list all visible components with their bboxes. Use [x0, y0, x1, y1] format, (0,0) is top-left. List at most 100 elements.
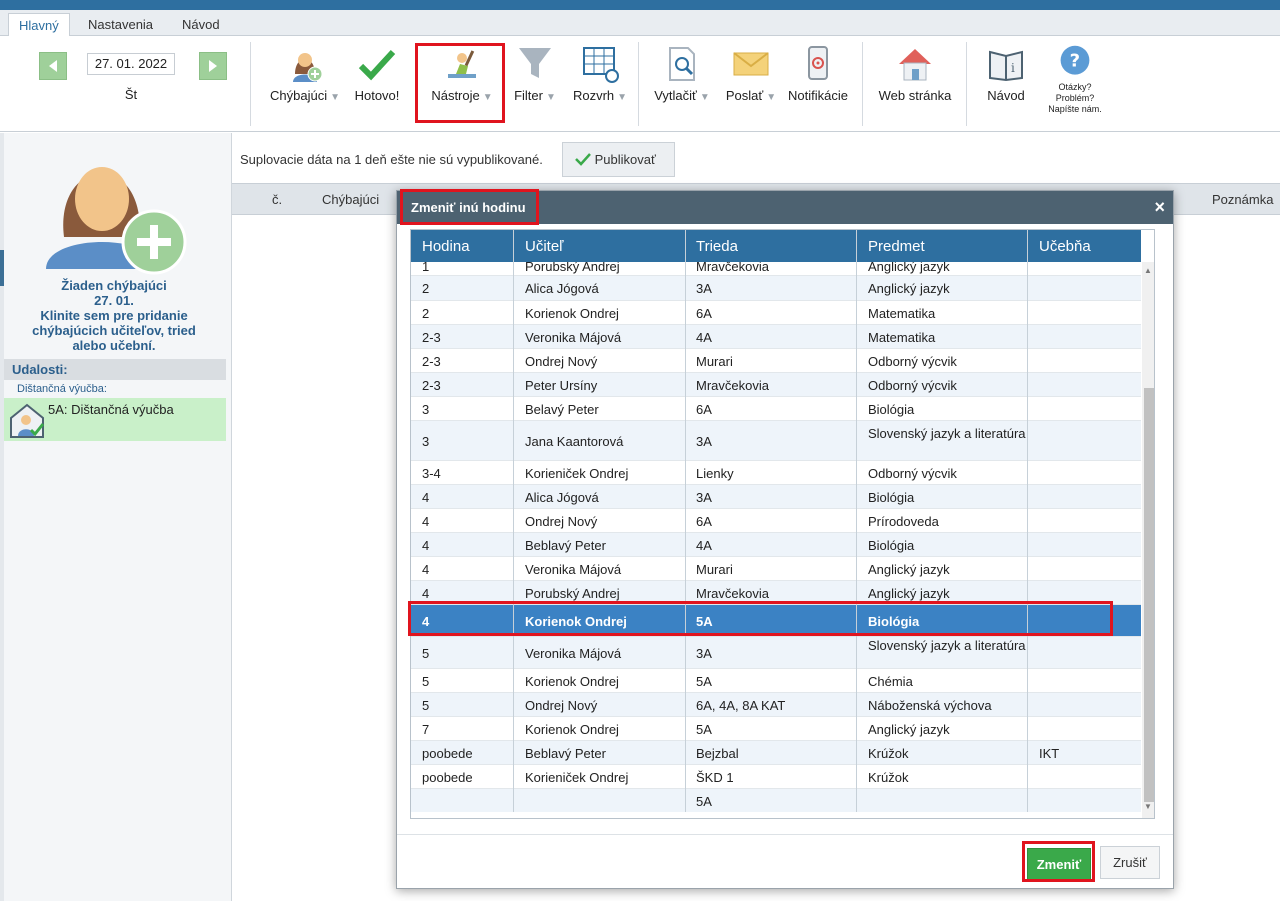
col-ucebna[interactable]: Učebňa — [1039, 238, 1091, 255]
table-cell-hodina: 5 — [422, 646, 430, 661]
schedule-button[interactable]: Rozvrh ▼ — [568, 44, 632, 103]
table-cell-trieda: 3A — [696, 490, 712, 505]
close-icon[interactable]: × — [1154, 197, 1165, 217]
absent-label: Chýbajúci — [270, 88, 328, 103]
confirm-change-button[interactable]: Zmeniť — [1027, 848, 1091, 881]
absent-button[interactable]: Chýbajúci ▼ — [265, 44, 345, 103]
table-row[interactable]: 2-3 Veronika Májová 4A Matematika — [411, 325, 1141, 349]
help-button[interactable]: ? Otázky? Problém? Napíšte nám. — [1040, 44, 1110, 115]
table-cell-ucitel: Beblavý Peter — [525, 538, 606, 553]
table-cell-ucebna: IKT — [1039, 746, 1060, 761]
table-row[interactable]: 3 Belavý Peter 6A Biológia — [411, 397, 1141, 421]
print-button[interactable]: Vytlačiť ▼ — [650, 44, 714, 103]
table-cell-ucitel: Korienok Ondrej — [525, 674, 619, 689]
table-row[interactable]: 2-3 Ondrej Nový Murari Odborný výcvik — [411, 349, 1141, 373]
caret-down-icon[interactable]: ▼ — [700, 92, 710, 103]
table-cell-trieda: 3A — [696, 646, 712, 661]
col-hodina[interactable]: Hodina — [422, 238, 470, 255]
table-row[interactable]: 2-3 Peter Ursíny Mravčekovia Odborný výcvik — [411, 373, 1141, 397]
filter-button[interactable]: Filter ▼ — [508, 44, 562, 103]
tab-nastavenia[interactable]: Nastavenia — [78, 13, 163, 37]
caret-down-icon[interactable]: ▼ — [766, 92, 776, 103]
add-absent-hint[interactable]: Žiaden chýbajúci 27. 01. Klinite sem pre… — [14, 278, 214, 353]
next-day-button[interactable] — [199, 52, 227, 80]
table-row[interactable]: 2 Alica Jógová 3A Anglický jazyk — [411, 276, 1141, 301]
dialog-header: Zmeniť inú hodinu × — [397, 191, 1173, 224]
table-row[interactable]: 5 Korienok Ondrej 5A Chémia — [411, 669, 1141, 693]
grid-col-no[interactable]: č. — [272, 192, 282, 207]
prev-day-button[interactable] — [39, 52, 67, 80]
cancel-button[interactable]: Zrušiť — [1100, 846, 1160, 879]
tools-icon — [448, 50, 476, 78]
scroll-down-icon[interactable]: ▼ — [1144, 802, 1152, 811]
table-cell-trieda: 6A, 4A, 8A KAT — [696, 698, 786, 713]
table-scrollbar[interactable]: ▲ ▼ — [1142, 262, 1154, 818]
unpublished-notice: Suplovacie dáta na 1 deň ešte nie sú vyp… — [240, 152, 543, 167]
table-row[interactable]: 4 Beblavý Peter 4A Biológia — [411, 533, 1141, 557]
change-lesson-dialog: Zmeniť inú hodinu × Hodina Učiteľ Trieda… — [396, 190, 1174, 889]
caret-down-icon[interactable]: ▼ — [330, 92, 340, 103]
hint-line: chýbajúcich učiteľov, tried — [32, 323, 196, 338]
send-button[interactable]: Poslať ▼ — [720, 44, 782, 103]
add-absent-avatar-icon[interactable] — [44, 137, 190, 277]
done-button[interactable]: Hotovo! — [350, 44, 404, 103]
table-row[interactable]: 5 Ondrej Nový 6A, 4A, 8A KAT Náboženská výc… — [411, 693, 1141, 717]
table-row[interactable]: 5A — [411, 789, 1141, 812]
tab-navod[interactable]: Návod — [172, 13, 230, 37]
ribbon-separator — [638, 42, 639, 126]
table-cell-ucitel: Veronika Májová — [525, 646, 622, 661]
caret-down-icon[interactable]: ▼ — [617, 92, 627, 103]
grid-col-note[interactable]: Poznámka — [1212, 192, 1273, 207]
scrollbar-thumb[interactable] — [1144, 388, 1154, 802]
publish-button[interactable]: Publikovať — [562, 142, 675, 177]
table-row[interactable]: 3 Jana Kaantorová 3A Slovenský jazyk a lite… — [411, 421, 1141, 461]
table-cell-trieda: ŠKD 1 — [696, 770, 734, 785]
tab-hlavny[interactable]: Hlavný — [8, 13, 70, 37]
col-ucitel[interactable]: Učiteľ — [525, 238, 564, 255]
table-cell-predmet: Biológia — [868, 614, 920, 629]
done-label: Hotovo! — [354, 88, 400, 103]
table-cell-ucitel: Porubský Andrej — [525, 586, 620, 601]
svg-text:i: i — [1011, 61, 1015, 75]
events-subheading: Dištančná výučba: — [17, 383, 107, 395]
table-cell-trieda: 6A — [696, 402, 712, 417]
table-row[interactable]: 4 Ondrej Nový 6A Prírodoveda — [411, 509, 1141, 533]
table-row[interactable]: poobede Korieniček Ondrej ŠKD 1 Krúžok — [411, 765, 1141, 789]
table-cell-predmet: Prírodoveda — [868, 514, 939, 529]
caret-down-icon[interactable]: ▼ — [546, 92, 556, 103]
svg-text:?: ? — [1070, 51, 1080, 72]
table-cell-ucitel: Korieniček Ondrej — [525, 770, 629, 785]
table-row-selected[interactable]: 4 Korienok Ondrej 5A Biológia — [411, 605, 1141, 637]
table-row[interactable]: 4 Alica Jógová 3A Biológia — [411, 485, 1141, 509]
table-row[interactable]: 4 Porubský Andrej Mravčekovia Anglický jazy… — [411, 581, 1141, 605]
table-row[interactable]: 4 Veronika Májová Murari Anglický jazyk — [411, 557, 1141, 581]
grid-col-absent[interactable]: Chýbajúci — [322, 192, 379, 207]
website-button[interactable]: Web stránka — [874, 44, 956, 103]
table-cell-trieda: 4A — [696, 330, 712, 345]
table-row[interactable]: 1 Porubský Andrej Mravčekovia Anglický jazy… — [411, 262, 1141, 276]
table-row[interactable]: 3-4 Korieniček Ondrej Lienky Odborný výcvik — [411, 461, 1141, 485]
event-item[interactable]: 5A: Dištančná výučba — [4, 398, 226, 441]
scroll-up-icon[interactable]: ▲ — [1144, 266, 1152, 275]
table-cell-trieda: 3A — [696, 281, 712, 296]
table-cell-trieda: Mravčekovia — [696, 586, 769, 601]
tools-button[interactable]: Nástroje ▼ — [424, 44, 500, 103]
table-row[interactable]: 7 Korienok Ondrej 5A Anglický jazyk — [411, 717, 1141, 741]
col-predmet[interactable]: Predmet — [868, 238, 925, 255]
schedule-label: Rozvrh — [572, 88, 615, 103]
notifications-button[interactable]: Notifikácie — [786, 44, 850, 103]
table-row[interactable]: poobede Beblavý Peter Bejzbal Krúžok IKT — [411, 741, 1141, 765]
table-cell-hodina: 7 — [422, 722, 430, 737]
guide-button[interactable]: i Návod — [980, 44, 1032, 103]
table-cell-hodina: 1 — [422, 262, 430, 274]
table-row[interactable]: 2 Korienok Ondrej 6A Matematika — [411, 301, 1141, 325]
table-cell-hodina: 2 — [422, 281, 430, 296]
date-field[interactable]: 27. 01. 2022 — [87, 53, 175, 75]
left-edge-strip — [0, 133, 4, 901]
table-cell-predmet: Biológia — [868, 490, 915, 505]
hint-line: 27. 01. — [94, 293, 134, 308]
table-row[interactable]: 5 Veronika Májová 3A Slovenský jazyk a lite… — [411, 637, 1141, 669]
col-trieda[interactable]: Trieda — [696, 238, 738, 255]
caret-down-icon[interactable]: ▼ — [483, 92, 493, 103]
table-cell-hodina: 4 — [422, 614, 430, 629]
